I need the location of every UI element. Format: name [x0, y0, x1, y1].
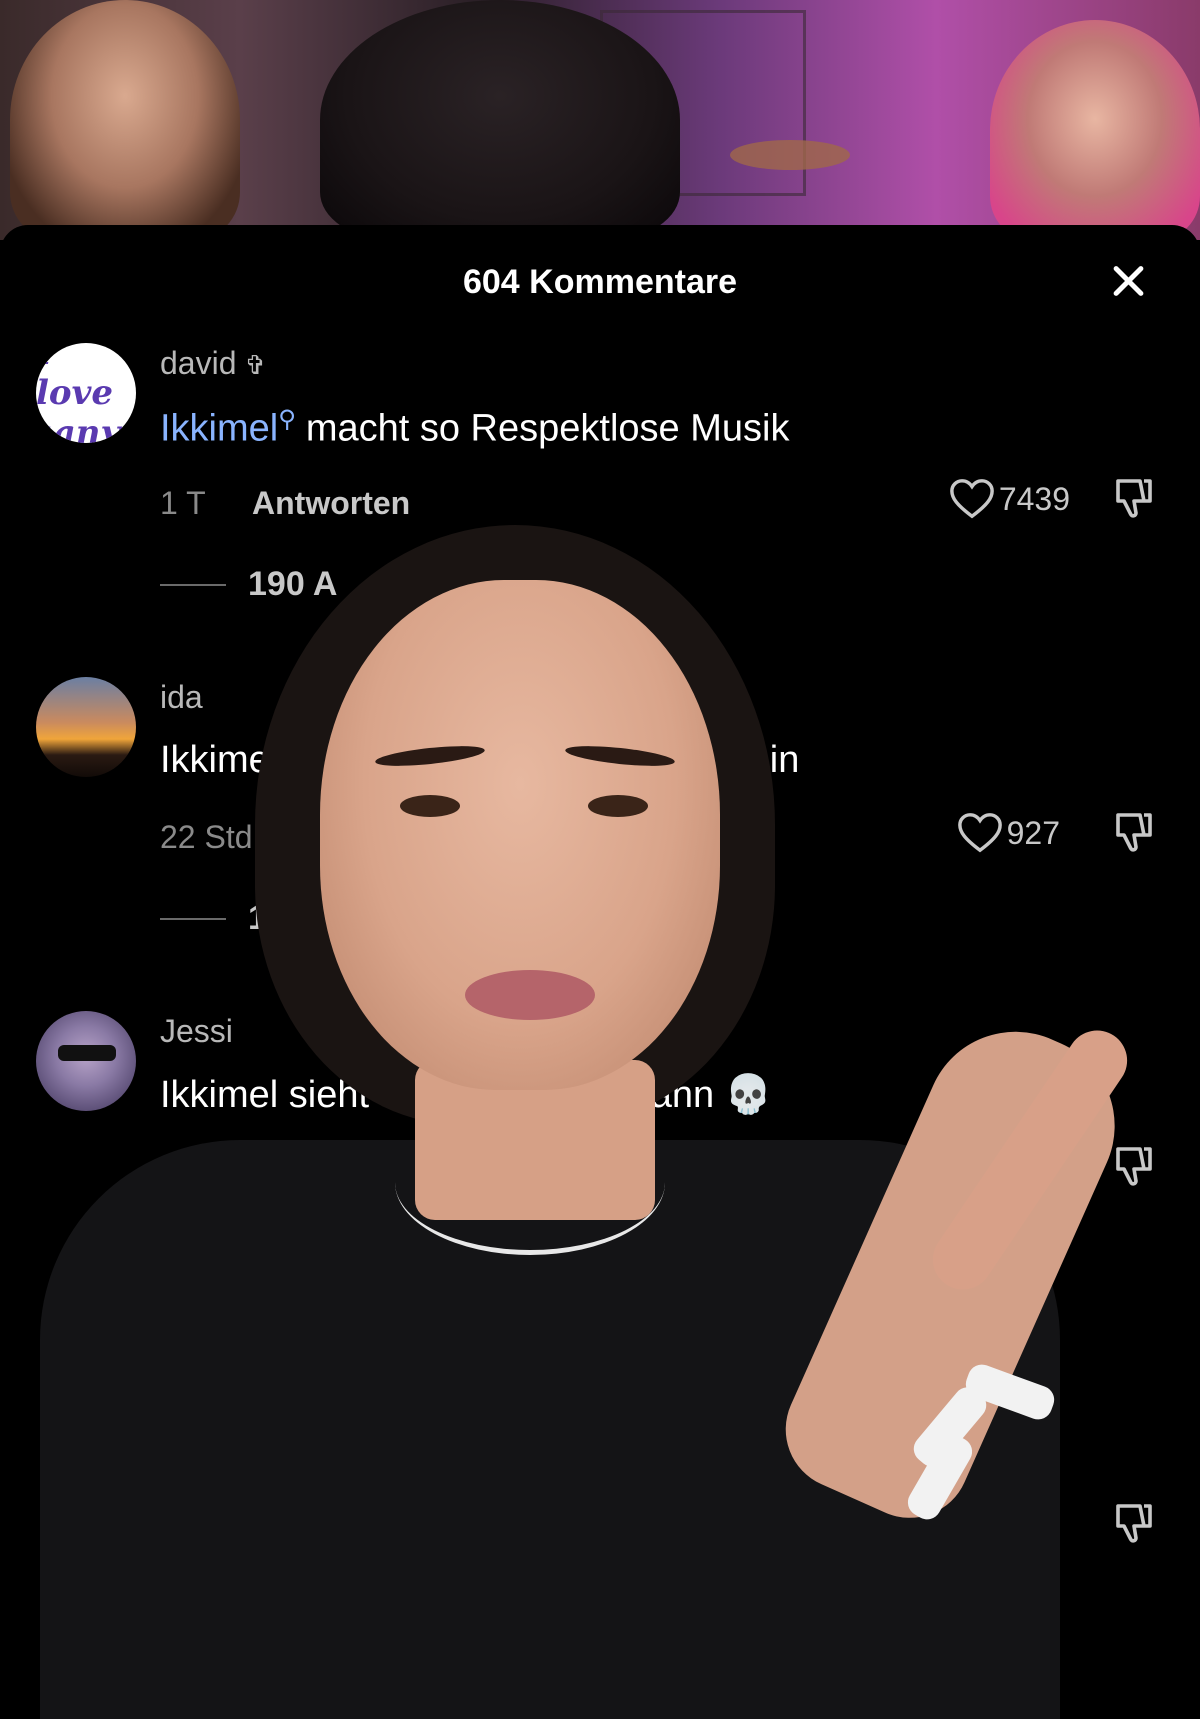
replies-divider — [160, 917, 226, 920]
replies-label: 190 A — [248, 565, 338, 603]
avatar[interactable] — [36, 1011, 136, 1111]
search-icon[interactable]: ⚲ — [278, 406, 296, 433]
comment-item: Jessi Ikkimel sieht Mann 💀 23 Std An 1 — [0, 1003, 1200, 1337]
comment-item: I love kanye david✞ Ikkimel⚲ macht so Res… — [0, 335, 1200, 669]
like-button[interactable]: 1 — [872, 1145, 940, 1189]
view-replies-button[interactable]: 190 A — [160, 565, 337, 604]
comment-body-start: Ikkime — [160, 739, 270, 781]
comment-text: Ikkimel sieht Mann 💀 — [160, 1073, 772, 1117]
avatar-text: I love — [36, 343, 113, 413]
username-suffix: ✞ — [244, 350, 267, 380]
comments-count-title: 604 Kommentare — [462, 263, 737, 301]
background-video — [0, 0, 1200, 240]
reply-button[interactable]: Antworten — [252, 485, 410, 522]
reply-button[interactable]: An — [306, 1153, 349, 1190]
stream-person-left — [10, 0, 240, 240]
dislike-icon — [1116, 479, 1152, 518]
like-count: 1 — [922, 1148, 940, 1185]
like-button[interactable]: 927 — [957, 811, 1060, 855]
dislike-button[interactable] — [1110, 809, 1158, 857]
like-count: 7439 — [998, 480, 1070, 517]
comment-body-end: Mann 💀 — [619, 1074, 772, 1116]
comment-body-start: Ikkimel sieht — [160, 1074, 370, 1116]
comment-username[interactable]: david ✞ — [160, 345, 266, 382]
dislike-button[interactable] — [1110, 1500, 1158, 1548]
comment-timestamp: 22 Std — [160, 819, 253, 855]
dislike-button[interactable] — [1110, 1143, 1158, 1191]
comment-username[interactable]: ida — [160, 679, 203, 716]
stream-person-center — [320, 0, 680, 240]
username-text: david — [160, 345, 237, 381]
replies-label: 13 A — [248, 899, 319, 937]
stream-person-right — [990, 20, 1200, 240]
dislike-button[interactable] — [1110, 475, 1158, 523]
avatar-sunglasses — [58, 1045, 116, 1061]
comment-text: Ikkime in — [160, 739, 799, 782]
like-button[interactable]: 7439 — [949, 477, 1070, 521]
tiktok-screen: 604 Kommentare I love kanye david✞ Ikkim… — [0, 0, 1200, 1719]
heart-icon — [873, 1147, 918, 1187]
comment-text: Ikkimel⚲ macht so Respektlose Musik — [160, 405, 789, 451]
avatar-text: kanye — [36, 413, 136, 443]
comment-body: macht so Respektlose Musik — [305, 407, 790, 450]
mention-link[interactable]: Ikkimel — [160, 408, 278, 450]
avatar[interactable] — [36, 677, 136, 777]
avatar[interactable]: I love kanye — [36, 343, 136, 443]
dislike-icon — [1116, 1147, 1152, 1186]
comment-body-end: in — [769, 739, 800, 781]
comments-header: 604 Kommentare — [0, 225, 1200, 335]
view-replies-button[interactable]: 13 A — [160, 899, 319, 938]
heart-icon — [949, 479, 994, 519]
heart-icon — [957, 813, 1002, 853]
background-table — [730, 140, 850, 170]
close-icon[interactable] — [1108, 261, 1148, 301]
comment-timestamp: 23 Std — [160, 1153, 253, 1189]
replies-divider — [160, 583, 226, 586]
comments-sheet: 604 Kommentare I love kanye david✞ Ikkim… — [0, 225, 1200, 1719]
comment-timestamp: 1 T — [160, 485, 206, 521]
comment-username[interactable]: Jessi — [160, 1013, 233, 1050]
dislike-icon — [1116, 1504, 1152, 1543]
like-count: 927 — [1006, 814, 1060, 851]
comment-item: ida Ikkime in 22 Std 927 13 A — [0, 669, 1200, 1003]
dislike-icon — [1116, 813, 1152, 852]
